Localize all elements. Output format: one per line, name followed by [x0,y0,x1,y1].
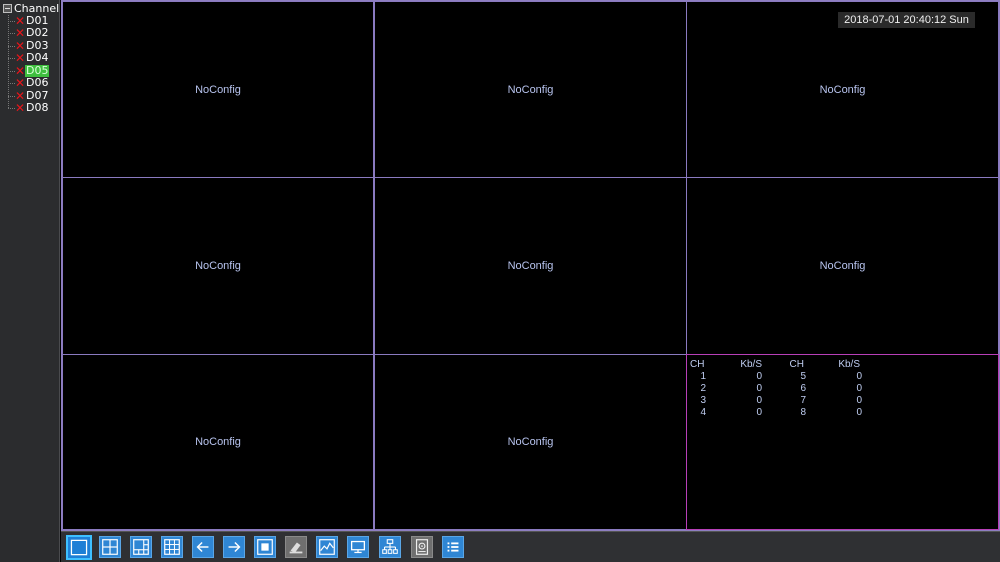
video-cell-1[interactable]: NoConfig [62,1,374,178]
datetime-overlay: 2018-07-01 20:40:12 Sun [838,12,975,28]
tree-item-d02[interactable]: ✕ D02 [8,27,49,39]
arrow-right-icon [228,541,241,553]
kbs-value: 0 [756,371,762,382]
bitrate-row: 2 0 6 0 [690,383,862,395]
hdd-button[interactable] [411,536,433,558]
next-page-button[interactable] [223,536,245,558]
quad-view-icon [102,539,118,555]
no-config-label: NoConfig [195,436,241,448]
bitrate-table-header: CH Kb/S CH Kb/S [690,359,862,371]
video-cell-2[interactable]: NoConfig [374,1,687,178]
tree-branch-line [8,70,15,72]
video-cell-5[interactable]: NoConfig [374,177,687,355]
tree-root-label: Channel [14,1,60,15]
kbs-value: 0 [856,407,862,418]
video-cell-6[interactable]: NoConfig [686,177,999,355]
ch-value: 3 [700,395,706,406]
video-grid: NoConfig NoConfig NoConfig NoConfig NoCo… [61,0,1000,531]
no-config-label: NoConfig [507,436,554,448]
x-icon: ✕ [15,76,26,90]
network-icon [382,539,398,554]
bitrate-table: CH Kb/S CH Kb/S 1 0 5 0 2 0 6 0 3 0 7 0 … [690,359,862,419]
header-kbs: Kb/S [838,359,860,370]
single-view-icon [70,539,88,556]
header-kbs: Kb/S [740,359,762,370]
x-icon: ✕ [15,26,26,40]
kbs-value: 0 [856,383,862,394]
kbs-value: 0 [856,371,862,382]
monitor-button[interactable] [347,536,369,558]
collapse-icon[interactable] [3,4,12,13]
kbs-value: 0 [756,383,762,394]
tree-branch-line [8,45,15,47]
quad-view-button[interactable] [99,536,121,558]
kbs-value: 0 [756,395,762,406]
ch-value: 5 [800,371,806,382]
video-cell-8[interactable]: NoConfig [374,354,687,530]
video-cell-7[interactable]: NoConfig [62,354,374,530]
tree-branch-line [8,20,15,22]
ch-value: 8 [800,407,806,418]
fullscreen-button[interactable] [254,536,276,558]
bitrate-row: 1 0 5 0 [690,371,862,383]
tree-branch-line [8,107,15,109]
video-cell-4[interactable]: NoConfig [62,177,374,355]
no-config-label: NoConfig [195,260,241,272]
tree-item-d06[interactable]: ✕ D06 [8,77,49,89]
tree-branch-line [8,95,15,97]
no-config-label: NoConfig [819,83,866,96]
main-menu-button[interactable] [442,536,464,558]
fullscreen-icon [257,539,273,555]
ch-value: 1 [700,371,706,382]
ch-value: 2 [700,383,706,394]
tree-branch-line [8,82,15,84]
image-adjust-button[interactable] [316,536,338,558]
ptz-icon [289,542,303,554]
bitrate-row: 3 0 7 0 [690,395,862,407]
header-ch: CH [789,359,804,370]
six-view-icon [133,539,149,555]
ptz-button[interactable] [285,536,307,558]
monitor-icon [351,540,365,554]
kbs-value: 0 [856,395,862,406]
channel-label: D08 [26,101,49,114]
six-view-button[interactable] [130,536,152,558]
no-config-label: NoConfig [507,83,554,96]
bitrate-stats-cell[interactable]: CH Kb/S CH Kb/S 1 0 5 0 2 0 6 0 3 0 7 0 … [686,354,999,530]
nine-view-button[interactable] [161,536,183,558]
ch-value: 4 [700,407,706,418]
nine-view-icon [164,539,180,555]
ch-value: 6 [800,383,806,394]
no-config-label: NoConfig [819,260,866,272]
channel-label: D06 [26,76,49,89]
bottom-toolbar [61,531,1000,562]
tree-item-d08[interactable]: ✕ D08 [8,102,49,114]
channel-label: D04 [26,51,49,64]
single-view-button[interactable] [66,535,92,560]
kbs-value: 0 [756,407,762,418]
tree-item-d04[interactable]: ✕ D04 [8,52,49,64]
network-button[interactable] [379,536,401,558]
x-icon: ✕ [15,101,26,115]
tree-branch-line [8,32,15,34]
hdd-icon [415,539,429,555]
ch-value: 7 [800,395,806,406]
bitrate-row: 4 0 8 0 [690,407,862,419]
channel-label: D02 [26,26,49,39]
no-config-label: NoConfig [507,260,554,272]
x-icon: ✕ [15,51,26,65]
image-adjust-icon [319,539,335,555]
header-ch: CH [690,359,705,370]
arrow-left-icon [196,541,209,553]
menu-list-icon [447,542,459,552]
tree-branch-line [8,57,15,59]
previous-page-button[interactable] [192,536,214,558]
no-config-label: NoConfig [195,83,241,96]
channel-tree-panel: Channel ✕ D01 ✕ D02 ✕ D03 ✕ D04 ✕ D05 ✕ … [0,0,60,562]
